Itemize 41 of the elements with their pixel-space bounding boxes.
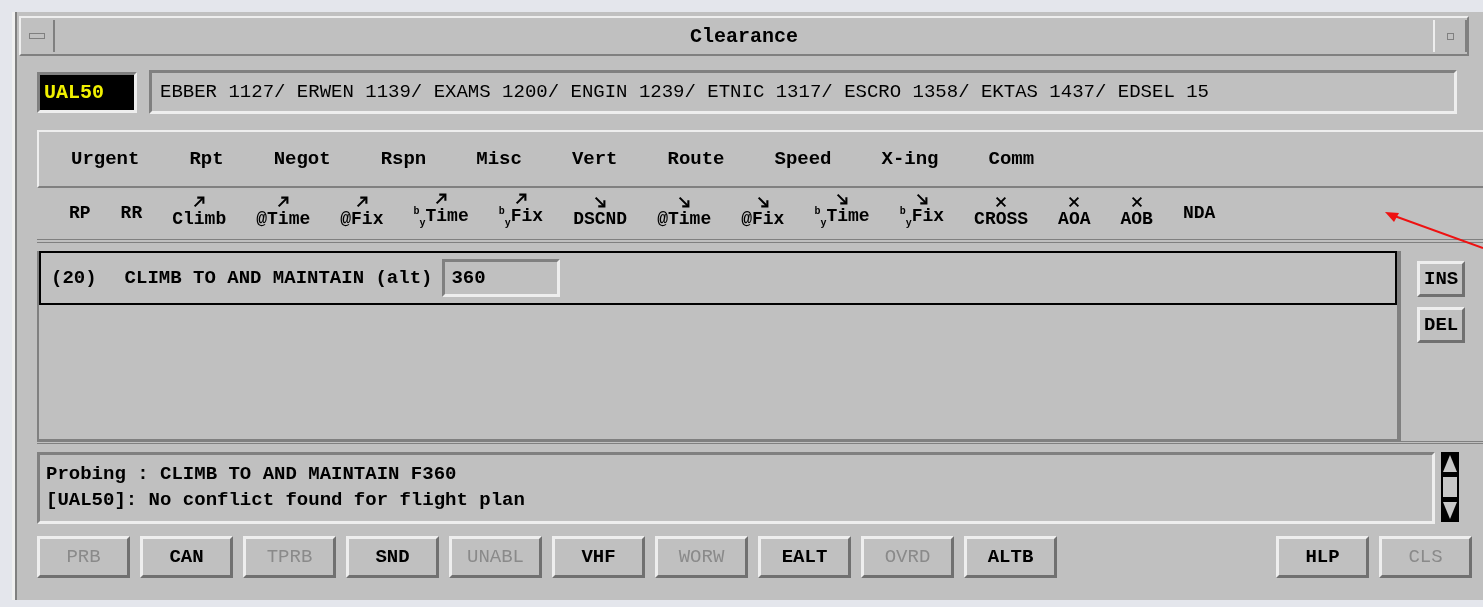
category-menu[interactable]: Misc: [476, 148, 522, 170]
category-menu[interactable]: X-ing: [881, 148, 939, 170]
callsign-field: UAL50: [37, 71, 137, 113]
category-menu[interactable]: Route: [667, 148, 725, 170]
action-button[interactable]: @Fix: [340, 208, 384, 229]
action-button[interactable]: AOA: [1058, 208, 1091, 229]
command-button[interactable]: ALTB: [964, 535, 1057, 578]
entry-text: CLIMB TO AND MAINTAIN (alt): [124, 266, 433, 289]
action-button[interactable]: @Time: [256, 208, 311, 229]
command-button[interactable]: SND: [346, 535, 439, 578]
entry-row[interactable]: (20) CLIMB TO AND MAINTAIN (alt) 360: [39, 250, 1397, 305]
command-button[interactable]: CAN: [140, 535, 233, 578]
category-menu[interactable]: Negot: [273, 148, 331, 170]
scrollbar[interactable]: [1441, 451, 1459, 522]
category-menu[interactable]: Speed: [774, 148, 832, 170]
command-button[interactable]: EALT: [758, 535, 851, 578]
command-button[interactable]: HLP: [1276, 535, 1369, 578]
category-menu[interactable]: Vert: [571, 148, 618, 170]
category-menu[interactable]: Comm: [988, 148, 1035, 170]
action-button[interactable]: CROSS: [974, 208, 1029, 229]
route-field: EBBER 1127/ ERWEN 1139/ EXAMS 1200/ ENGIN 1239/ ETNIC 1317/ ESCRO 1358/ EKTAS 1437/ EDSEL 15: [149, 70, 1457, 114]
category-menu[interactable]: Urgent: [71, 148, 140, 170]
log-line: [UAL50]: No conflict found for flight plan: [46, 487, 526, 513]
action-button[interactable]: AOB: [1120, 208, 1153, 229]
action-button[interactable]: NDA: [1182, 202, 1216, 223]
entry-button[interactable]: INS: [1417, 260, 1466, 297]
log-line: Probing : CLIMB TO AND MAINTAIN F360: [46, 461, 458, 487]
action-button[interactable]: DSCND: [573, 208, 628, 229]
action-button[interactable]: Climb: [172, 208, 227, 229]
altitude-field[interactable]: 360: [442, 258, 561, 297]
category-menu[interactable]: Rspn: [380, 148, 427, 170]
action-button[interactable]: @Fix: [741, 208, 785, 229]
entry-number: (20): [51, 266, 97, 289]
action-button[interactable]: @Time: [657, 208, 712, 229]
category-menu[interactable]: Rpt: [189, 148, 224, 170]
action-button[interactable]: RP: [69, 202, 91, 223]
entry-button[interactable]: DEL: [1417, 306, 1466, 343]
minimize-button[interactable]: [1433, 20, 1467, 52]
action-button[interactable]: RR: [120, 202, 143, 223]
command-button[interactable]: VHF: [552, 535, 645, 578]
window-title: Clearance: [689, 24, 799, 48]
